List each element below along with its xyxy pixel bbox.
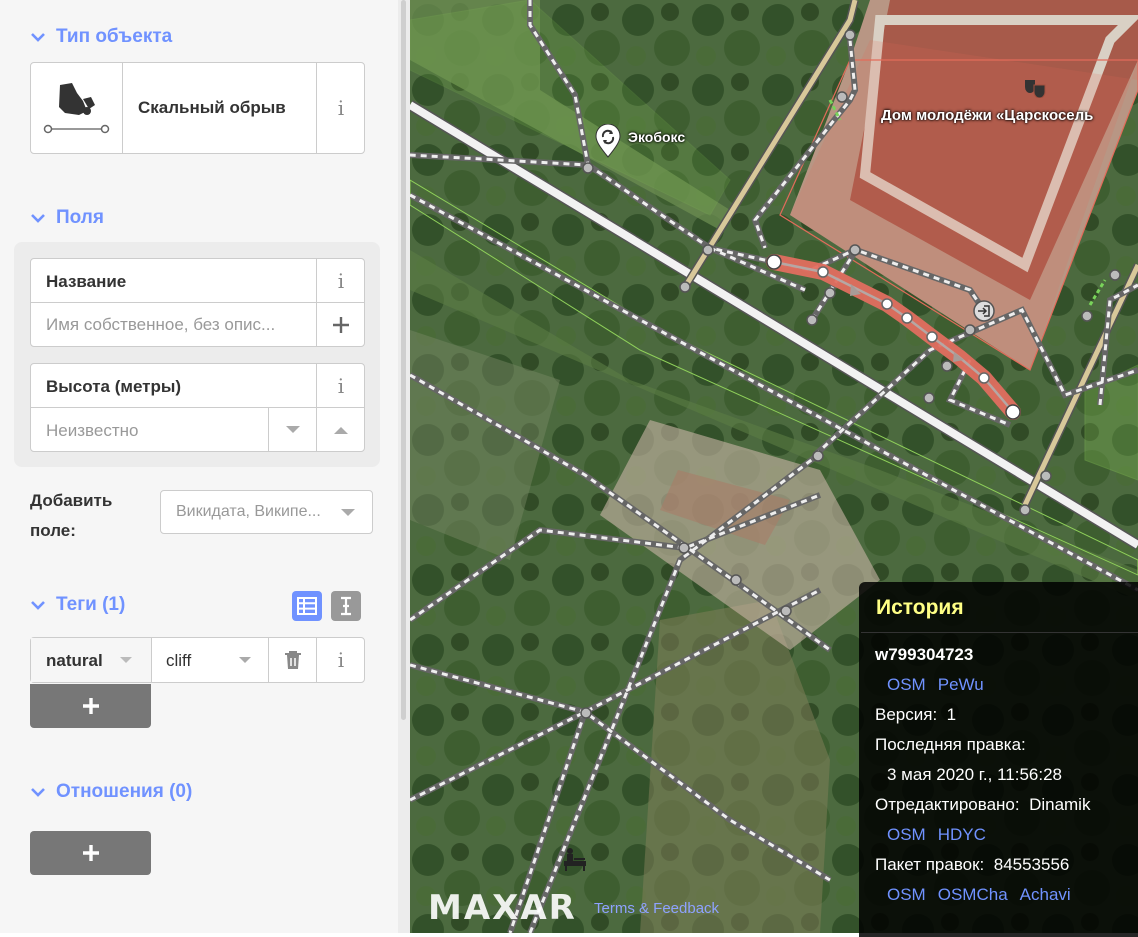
changeset-links: OSM OSMCha Achavi — [887, 885, 1083, 905]
name-input[interactable]: Имя собственное, без опис... — [46, 315, 275, 335]
edited-by-value: Dinamik — [1029, 795, 1091, 814]
add-field-input[interactable]: Викидата, Википе... — [176, 503, 321, 521]
name-field: Название i Имя собственное, без опис... — [30, 258, 365, 347]
tag-key-cell[interactable]: natural — [31, 638, 151, 682]
history-panel: История w799304723 OSM PeWu Версия: 1 Пос… — [859, 582, 1138, 937]
chevron-down-icon — [31, 214, 45, 223]
preset-section-title: Тип объекта — [56, 26, 173, 47]
version-label: Версия: — [875, 705, 938, 724]
height-decrement-button[interactable] — [268, 408, 317, 451]
info-icon: i — [337, 373, 345, 398]
fields-section-toggle[interactable]: Поля — [30, 207, 104, 229]
changeset-label: Пакет правок: — [875, 855, 985, 874]
preset-section-toggle[interactable]: Тип объекта — [30, 26, 172, 48]
tag-value-cell[interactable]: cliff — [151, 638, 269, 682]
tag-key: natural — [46, 651, 103, 670]
inspector-sidebar: Тип объекта Скальный обрыв i Поля Назван… — [0, 0, 398, 933]
info-icon: i — [337, 268, 345, 293]
add-field-label: Добавить поле: — [30, 486, 112, 546]
maxar-logo: MAXAR — [428, 888, 577, 928]
tag-text-view-button[interactable] — [331, 591, 361, 621]
recycling-pin-icon[interactable] — [595, 124, 621, 158]
sidebar-scroll-thumb[interactable] — [401, 0, 406, 720]
add-field-label-line1: Добавить — [30, 491, 113, 510]
triangle-up-icon — [334, 426, 348, 434]
entrance-icon[interactable] — [973, 300, 995, 322]
tags-section-toggle[interactable]: Теги (1) — [30, 594, 125, 616]
name-field-label: Название — [46, 272, 127, 291]
tag-list-view-button[interactable] — [292, 591, 322, 621]
preset-card[interactable]: Скальный обрыв i — [30, 62, 365, 154]
fields-section-title: Поля — [56, 207, 104, 228]
height-input[interactable]: Неизвестно — [46, 421, 138, 441]
tag-row: natural cliff i — [30, 637, 365, 683]
way-links: OSM PeWu — [887, 675, 996, 695]
last-edit-label: Последняя правка: — [875, 735, 1026, 754]
user-links: OSM HDYC — [887, 825, 998, 845]
add-field-label-line2: поле: — [30, 521, 76, 540]
caret-down-icon — [239, 657, 251, 663]
way-pewu-link[interactable]: PeWu — [938, 675, 984, 694]
height-field-label: Высота (метры) — [46, 377, 182, 396]
changeset-value: 84553556 — [993, 855, 1070, 874]
edited-by-label: Отредактировано: — [875, 795, 1020, 814]
ecobox-label: Экобокс — [628, 129, 686, 145]
bench-icon[interactable] — [562, 846, 588, 872]
info-icon: i — [337, 96, 345, 120]
plus-icon — [82, 698, 99, 714]
info-icon: i — [337, 648, 345, 672]
caret-down-icon — [120, 657, 132, 663]
table-view-icon — [297, 597, 317, 615]
add-tag-button[interactable] — [30, 684, 151, 728]
preset-name[interactable]: Скальный обрыв — [122, 63, 316, 153]
way-osm-link[interactable]: OSM — [887, 675, 926, 694]
tags-section-title: Теги (1) — [56, 594, 126, 615]
tag-delete-button[interactable] — [268, 638, 317, 682]
add-relation-button[interactable] — [30, 831, 151, 875]
terms-feedback-link[interactable]: Terms & Feedback — [594, 900, 719, 917]
plus-icon — [333, 316, 349, 333]
chevron-down-icon — [31, 601, 45, 610]
cliff-icon — [31, 63, 122, 153]
edited-by-row: Отредактировано: Dinamik — [875, 795, 1090, 815]
name-info-button[interactable]: i — [316, 259, 365, 302]
tag-value: cliff — [166, 651, 192, 670]
height-info-button[interactable]: i — [316, 364, 365, 407]
changeset-row: Пакет правок: 84553556 — [875, 855, 1069, 875]
preset-info-button[interactable]: i — [316, 63, 365, 153]
preset-name-text: Скальный обрыв — [138, 98, 286, 117]
triangle-down-icon — [286, 425, 300, 433]
history-way-id: w799304723 — [875, 645, 974, 664]
last-edit-value: 3 мая 2020 г., 11:56:28 — [887, 765, 1062, 784]
height-increment-button[interactable] — [316, 408, 365, 451]
version-value: 1 — [946, 705, 957, 724]
user-hdyc-link[interactable]: HDYC — [938, 825, 986, 844]
version-row: Версия: 1 — [875, 705, 956, 725]
changeset-achavi-link[interactable]: Achavi — [1020, 885, 1071, 904]
text-view-icon — [341, 596, 351, 616]
tag-info-button[interactable]: i — [316, 638, 365, 682]
theatre-masks-icon — [1025, 80, 1046, 98]
add-localized-name-button[interactable] — [316, 303, 365, 346]
chevron-down-icon — [31, 788, 45, 797]
relations-section-title: Отношения (0) — [56, 781, 193, 802]
changeset-osmcha-link[interactable]: OSMCha — [938, 885, 1008, 904]
building-label: Дом молодёжи «Царскосель — [881, 107, 1094, 124]
relations-section-toggle[interactable]: Отношения (0) — [30, 781, 192, 803]
add-field-combo[interactable]: Викидата, Википе... — [160, 490, 373, 534]
height-field: Высота (метры) i Неизвестно — [30, 363, 365, 452]
user-osm-link[interactable]: OSM — [887, 825, 926, 844]
caret-down-icon — [341, 509, 355, 516]
trash-icon — [285, 651, 301, 669]
history-title: История — [876, 596, 964, 619]
chevron-down-icon — [31, 33, 45, 42]
changeset-osm-link[interactable]: OSM — [887, 885, 926, 904]
plus-icon — [82, 845, 99, 861]
